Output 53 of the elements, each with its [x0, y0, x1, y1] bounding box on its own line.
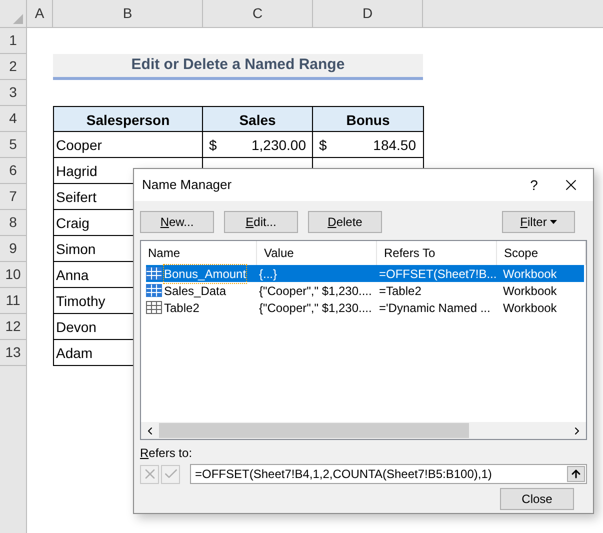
table-cell-text: 184.50 [373, 136, 416, 154]
row-header[interactable]: 2 [0, 54, 26, 80]
table-cell-text: 1,230.00 [252, 136, 306, 154]
table-cell: Cooper [54, 132, 203, 158]
row-header[interactable]: 3 [0, 80, 26, 106]
column-header[interactable]: A [27, 0, 53, 27]
help-button[interactable]: ? [519, 170, 549, 200]
row-header[interactable]: 5 [0, 132, 26, 158]
name-list-item[interactable]: Bonus_Amount {...} =OFFSET(Sheet7!B... Workbook [146, 265, 584, 282]
filter-button[interactable]: Filter [502, 211, 575, 233]
refers-to-field[interactable]: =OFFSET(Sheet7!B4,1,2,COUNTA(Sheet7!B5:B100),1) [190, 464, 587, 484]
row-header[interactable]: 8 [0, 210, 26, 236]
value-text: {"Cooper"," $1,230.... [258, 300, 373, 316]
column-header[interactable]: C [203, 0, 313, 27]
dropdown-arrow-icon [550, 220, 557, 224]
row-header[interactable]: 11 [0, 288, 26, 314]
table-icon [146, 301, 162, 314]
row-header[interactable]: 7 [0, 184, 26, 210]
named-range-icon [146, 267, 162, 280]
value-text: {...} [258, 266, 278, 282]
row-header[interactable]: 6 [0, 158, 26, 184]
row-header[interactable]: 12 [0, 314, 26, 340]
column-header[interactable]: D [313, 0, 423, 27]
column-header[interactable]: B [53, 0, 203, 27]
sheet-title: Edit or Delete a Named Range [131, 55, 345, 76]
horizontal-scrollbar[interactable] [141, 422, 586, 439]
dialog-button[interactable]: Edit... [224, 211, 298, 233]
row-header[interactable]: 13 [0, 340, 26, 366]
collapse-dialog-button[interactable] [567, 466, 585, 482]
named-range-icon [146, 284, 162, 297]
value-text: {"Cooper"," $1,230.... [258, 282, 373, 300]
row-header[interactable]: 4 [0, 106, 26, 132]
dialog-button[interactable]: New... [140, 211, 214, 233]
table-header-cell: Sales [203, 107, 313, 133]
refers-to-text: ='Dynamic Named ... [378, 300, 492, 316]
row-header[interactable]: 10 [0, 262, 26, 288]
scope-text: Workbook [502, 266, 557, 282]
refers-to-text: =Table2 [378, 282, 422, 300]
currency-symbol: $ [209, 136, 217, 154]
close-dialog-button[interactable]: Close [500, 488, 574, 510]
refers-to-text: =OFFSET(Sheet7!B... [378, 266, 497, 282]
scope-text: Workbook [502, 300, 557, 316]
table-header-cell: Salesperson [54, 107, 203, 133]
arrow-up-icon [570, 468, 582, 480]
corner-triangle-icon [13, 14, 23, 24]
currency-symbol: $ [319, 136, 327, 154]
table-header-cell-text: Bonus [345, 110, 391, 130]
row-header[interactable]: 9 [0, 236, 26, 262]
row-header[interactable]: 1 [0, 28, 26, 54]
scope-text: Workbook [502, 282, 557, 300]
name-text: Table2 [164, 300, 200, 316]
dialog-button[interactable]: Delete [308, 211, 382, 233]
refers-to-label: Refers to: [140, 445, 192, 462]
